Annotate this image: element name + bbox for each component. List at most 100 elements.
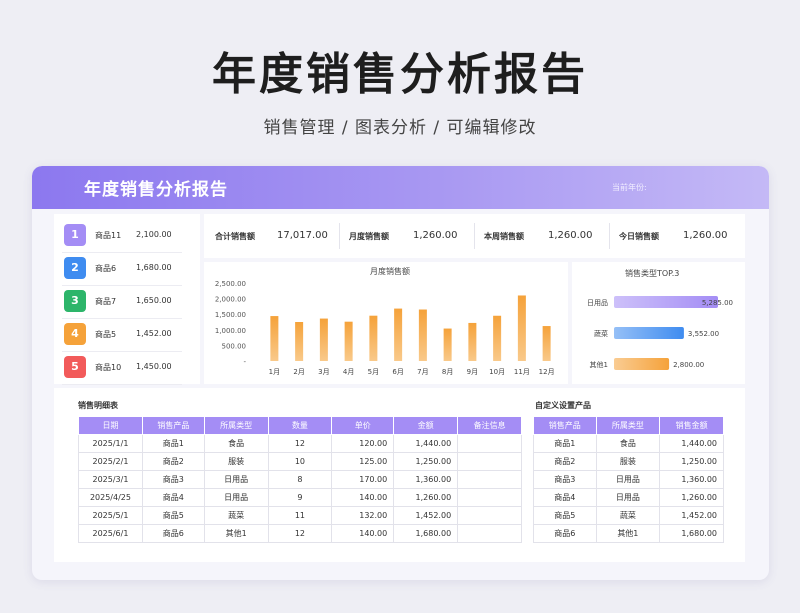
detail-table-cell xyxy=(457,524,522,543)
x-tick-label: 3月 xyxy=(318,368,329,376)
custom-table-cell: 商品5 xyxy=(533,506,597,525)
custom-table-cell: 日用品 xyxy=(595,470,661,489)
page-subtitle: 销售管理 / 图表分析 / 可编辑修改 xyxy=(263,118,537,138)
stat-weekly: 本周销售额 1,260.00 xyxy=(474,214,609,258)
bar-9月 xyxy=(468,322,477,361)
custom-table-cell: 蔬菜 xyxy=(595,506,661,525)
rank-row: 2 商品6 1,680.00 xyxy=(62,253,182,286)
detail-table-cell: 12 xyxy=(267,434,333,453)
x-tick-label: 5月 xyxy=(368,368,379,376)
stat-total-label: 合计销售额 xyxy=(215,232,255,241)
custom-table-cell: 服装 xyxy=(595,452,661,471)
detail-table-row: 2025/3/1 商品3 日用品 8 170.00 1,360.00 xyxy=(78,470,522,489)
top3-bar-chart: 日用品 5,285.00 蔬菜 3,552.00 其他1 2,800.00 xyxy=(587,296,733,370)
x-tick-label: 1月 xyxy=(269,368,280,376)
stat-monthly-value: 1,260.00 xyxy=(413,230,458,241)
detail-table-cell: 132.00 xyxy=(331,506,395,525)
rank-value: 1,452.00 xyxy=(136,329,172,338)
custom-table-header-cell: 销售产品 xyxy=(533,416,597,435)
detail-table-header-cell: 日期 xyxy=(78,416,143,435)
custom-table-cell: 商品1 xyxy=(533,434,597,453)
detail-table-cell: 12 xyxy=(267,524,333,543)
detail-table-cell: 1,680.00 xyxy=(393,524,459,543)
detail-table-row: 2025/2/1 商品2 服装 10 125.00 1,250.00 xyxy=(78,452,522,471)
detail-table-header-cell: 所属类型 xyxy=(203,416,269,435)
y-tick-label: 2,500.00 xyxy=(215,280,246,288)
rank-product-name: 商品10 xyxy=(95,363,122,372)
custom-table-cell: 商品3 xyxy=(533,470,597,489)
stat-daily: 今日销售额 1,260.00 xyxy=(609,214,745,258)
detail-table-cell: 商品3 xyxy=(141,470,205,489)
detail-table-header-cell: 备注信息 xyxy=(457,416,522,435)
rank-row: 3 商品7 1,650.00 xyxy=(62,286,182,319)
custom-table-header-cell: 销售金额 xyxy=(659,416,724,435)
detail-table-header-cell: 金额 xyxy=(393,416,459,435)
y-tick-label: - xyxy=(243,358,246,366)
rank-product-name: 商品11 xyxy=(95,231,122,240)
rank-product-name: 商品6 xyxy=(95,264,117,273)
detail-table-cell: 170.00 xyxy=(331,470,395,489)
stats-panel: 合计销售额 17,017.00 月度销售额 1,260.00 本周销售额 1,2… xyxy=(204,214,745,258)
custom-table-cell: 1,452.00 xyxy=(659,506,724,525)
rank-value: 1,680.00 xyxy=(136,263,172,272)
rank-product-name: 商品5 xyxy=(95,330,117,339)
rank-value: 1,450.00 xyxy=(136,362,172,371)
detail-table-cell: 140.00 xyxy=(331,524,395,543)
value-label: 2,800.00 xyxy=(673,361,704,369)
detail-table-cell: 2025/6/1 xyxy=(78,524,143,543)
monthly-chart-title: 月度销售额 xyxy=(370,267,410,276)
detail-table-cell xyxy=(457,452,522,471)
custom-table-cell: 1,440.00 xyxy=(659,434,724,453)
custom-table-row: 商品6 其他1 1,680.00 xyxy=(533,524,724,543)
bar-蔬菜 xyxy=(614,327,684,339)
rank-badge: 3 xyxy=(64,290,86,312)
x-tick-label: 12月 xyxy=(539,368,555,376)
detail-table-row: 2025/6/1 商品6 其他1 12 140.00 1,680.00 xyxy=(78,524,522,543)
stat-weekly-label: 本周销售额 xyxy=(484,232,524,241)
custom-table-cell: 日用品 xyxy=(595,488,661,507)
y-tick-label: 1,500.00 xyxy=(215,311,246,319)
bar-12月 xyxy=(542,326,551,361)
page-title: 年度销售分析报告 xyxy=(212,49,588,100)
detail-table-cell: 1,452.00 xyxy=(393,506,459,525)
detail-table-cell: 9 xyxy=(267,488,333,507)
custom-table-cell: 1,360.00 xyxy=(659,470,724,489)
x-tick-label: 7月 xyxy=(417,368,428,376)
detail-table-cell: 其他1 xyxy=(203,524,269,543)
rank-badge: 5 xyxy=(64,356,86,378)
detail-table-cell: 蔬菜 xyxy=(203,506,269,525)
custom-table-cell: 食品 xyxy=(595,434,661,453)
bar-5月 xyxy=(369,315,378,361)
x-tick-label: 2月 xyxy=(293,368,304,376)
bar-8月 xyxy=(443,328,452,361)
bar-2月 xyxy=(295,322,304,361)
stat-total-value: 17,017.00 xyxy=(277,230,328,241)
detail-table-row: 2025/4/25 商品4 日用品 9 140.00 1,260.00 xyxy=(78,488,522,507)
rank-badge: 2 xyxy=(64,257,86,279)
custom-table-cell: 商品2 xyxy=(533,452,597,471)
detail-table-cell: 商品5 xyxy=(141,506,205,525)
dashboard-banner: 年度销售分析报告 当前年份: xyxy=(32,166,769,209)
detail-table-row: 2025/5/1 商品5 蔬菜 11 132.00 1,452.00 xyxy=(78,506,522,525)
tables-panel: 销售明细表 日期 销售产品 所属类型 数量 单价 金额 备注信息 2025/1/1 商品1 食品… xyxy=(54,388,745,562)
custom-table-header-cell: 所属类型 xyxy=(595,416,661,435)
bar-11月 xyxy=(517,295,526,361)
detail-table: 日期 销售产品 所属类型 数量 单价 金额 备注信息 2025/1/1 商品1 食品 12 120.… xyxy=(78,416,522,543)
detail-table-cell xyxy=(457,488,522,507)
detail-table-cell: 1,260.00 xyxy=(393,488,459,507)
rank-row: 1 商品11 2,100.00 xyxy=(62,220,182,253)
detail-table-cell: 商品1 xyxy=(141,434,205,453)
bar-4月 xyxy=(344,321,353,361)
detail-table-cell: 2025/4/25 xyxy=(78,488,143,507)
custom-table-cell: 1,250.00 xyxy=(659,452,724,471)
stat-total: 合计销售额 17,017.00 xyxy=(204,214,339,258)
rank-value: 2,100.00 xyxy=(136,230,172,239)
custom-table-cell: 商品4 xyxy=(533,488,597,507)
stat-daily-value: 1,260.00 xyxy=(683,230,728,241)
x-tick-label: 10月 xyxy=(489,368,505,376)
bar-6月 xyxy=(394,308,403,361)
custom-table-row: 商品4 日用品 1,260.00 xyxy=(533,488,724,507)
detail-table-cell: 120.00 xyxy=(331,434,395,453)
detail-table-cell: 8 xyxy=(267,470,333,489)
value-label: 3,552.00 xyxy=(688,330,719,338)
